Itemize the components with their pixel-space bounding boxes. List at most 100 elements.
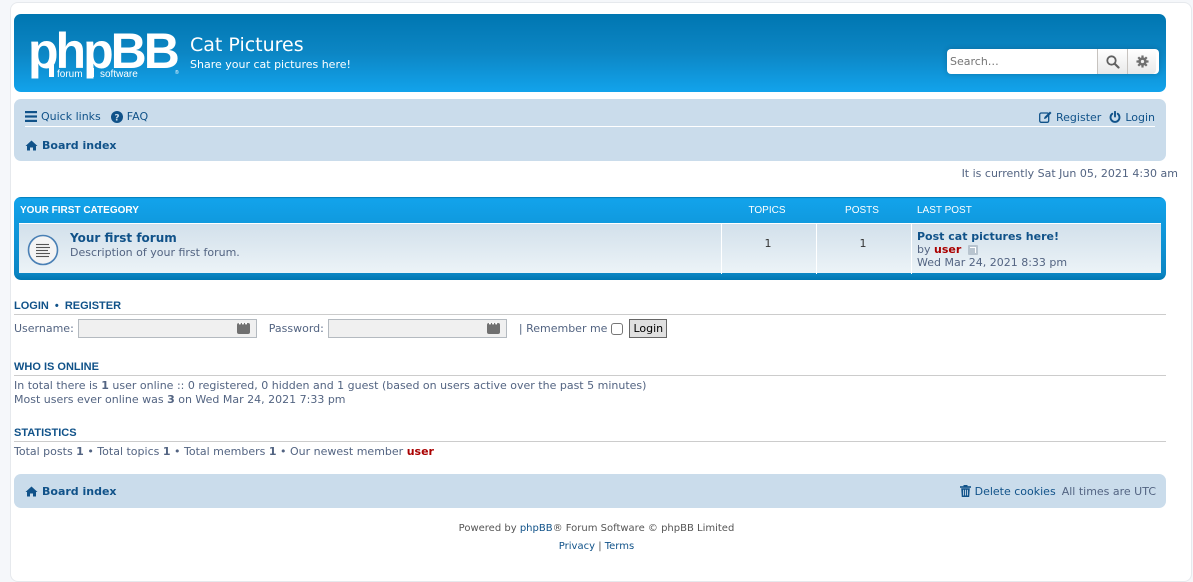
total-members-label: • Total members xyxy=(170,445,269,458)
navbar-links: Quick links ? FAQ Register Login xyxy=(25,107,1155,127)
password-field[interactable] xyxy=(327,319,507,338)
quick-links-button[interactable]: Quick links xyxy=(25,110,101,123)
menu-icon xyxy=(25,111,37,122)
home-icon xyxy=(25,486,38,496)
login-button[interactable]: Login xyxy=(629,319,668,338)
total-topics-label: • Total topics xyxy=(83,445,163,458)
breadcrumb-label: Board index xyxy=(42,138,117,152)
last-post-by: by xyxy=(917,243,931,256)
last-post-title-link[interactable]: Post cat pictures here! xyxy=(917,230,1067,243)
edit-icon xyxy=(1039,111,1052,123)
terms-link[interactable]: Terms xyxy=(605,541,634,552)
online-users-text: In total there is 1 user online :: 0 reg… xyxy=(14,379,646,407)
password-manager-icon[interactable] xyxy=(486,320,500,334)
question-circle-icon: ? xyxy=(110,110,123,123)
who-is-online-link[interactable]: WHO IS ONLINE xyxy=(14,361,99,373)
footer-navbar: Board index Delete cookies All times are… xyxy=(14,474,1166,508)
register-link[interactable]: Register xyxy=(1039,111,1101,124)
topics-column-header: TOPICS xyxy=(748,204,786,216)
site-logo[interactable]: phpBB forum software ® xyxy=(28,23,181,82)
powered-by-post: ® Forum Software © phpBB Limited xyxy=(552,523,735,534)
gear-icon xyxy=(1135,55,1149,68)
copyright-text: Powered by phpBB® Forum Software © phpBB… xyxy=(0,523,1193,534)
forum-last-post: Post cat pictures here! by user Wed Mar … xyxy=(917,230,1067,269)
quick-login-form: Username: Password: | Remember me Login xyxy=(14,319,668,338)
logo-sub1: forum xyxy=(57,69,83,80)
who-is-online-title: WHO IS ONLINE xyxy=(14,361,1166,376)
forum-topics-count: 1 xyxy=(764,237,772,250)
newest-member-link[interactable]: user xyxy=(407,445,434,458)
site-title: Cat Pictures xyxy=(190,34,304,56)
register-title-link[interactable]: REGISTER xyxy=(65,300,121,312)
online-count: 1 xyxy=(101,379,109,392)
remember-me-label: | Remember me xyxy=(518,322,608,335)
navbar-user-links: Register Login xyxy=(1031,107,1155,127)
total-posts-label: Total posts xyxy=(14,445,77,458)
newest-member-label: • Our newest member xyxy=(276,445,407,458)
title-separator: • xyxy=(54,300,59,312)
login-link[interactable]: Login xyxy=(1109,111,1155,124)
trash-icon xyxy=(959,485,971,497)
remember-me-checkbox[interactable] xyxy=(611,322,624,335)
delete-cookies-link[interactable]: Delete cookies xyxy=(959,484,1056,498)
password-manager-icon[interactable] xyxy=(236,320,250,334)
delete-cookies-label: Delete cookies xyxy=(974,484,1056,498)
search-box xyxy=(947,49,1159,74)
timezone-text: All times are UTC xyxy=(1061,484,1156,498)
footer-breadcrumb-label: Board index xyxy=(42,484,117,498)
forum-description: Description of your first forum. xyxy=(70,246,240,259)
forum-list-header: YOUR FIRST CATEGORY TOPICS POSTS LAST PO… xyxy=(19,197,1161,223)
category-title-link[interactable]: YOUR FIRST CATEGORY xyxy=(20,205,139,216)
search-icon xyxy=(1105,54,1120,69)
forum-posts-count: 1 xyxy=(859,237,867,250)
power-icon xyxy=(1109,111,1121,123)
online-line1-post: user online :: 0 registered, 0 hidden an… xyxy=(108,379,647,392)
last-post-author-link[interactable]: user xyxy=(934,243,961,256)
header-bar: phpBB forum software ® Cat Pictures Shar… xyxy=(14,14,1166,92)
site-description: Share your cat pictures here! xyxy=(190,58,351,71)
total-members: 1 xyxy=(268,445,277,458)
forum-category: YOUR FIRST CATEGORY TOPICS POSTS LAST PO… xyxy=(14,197,1166,280)
username-field[interactable] xyxy=(77,319,257,338)
column-divider xyxy=(911,224,912,274)
online-line2-post: on Wed Mar 24, 2021 7:33 pm xyxy=(174,393,346,406)
forum-read-icon xyxy=(27,234,59,266)
faq-link[interactable]: ? FAQ xyxy=(110,110,149,123)
view-latest-post-icon[interactable] xyxy=(967,245,978,255)
login-title-link[interactable]: LOGIN xyxy=(14,300,49,312)
online-line2-pre: Most users ever online was xyxy=(14,393,168,406)
max-online-count: 3 xyxy=(167,393,175,406)
forum-row: Your first forum Description of your fir… xyxy=(19,223,1161,274)
posts-column-header: POSTS xyxy=(845,204,879,216)
footer-board-index-link[interactable]: Board index xyxy=(25,485,117,498)
online-line1-pre: In total there is xyxy=(14,379,102,392)
privacy-link[interactable]: Privacy xyxy=(559,541,595,552)
footer-link-separator: | xyxy=(595,541,605,552)
search-input[interactable] xyxy=(947,49,1097,74)
forum-title-link[interactable]: Your first forum xyxy=(70,231,177,245)
login-section-title: LOGIN • REGISTER xyxy=(14,300,1166,315)
register-label: Register xyxy=(1056,110,1102,124)
breadcrumb: Board index xyxy=(25,135,127,155)
quick-links-label: Quick links xyxy=(41,110,101,123)
breadcrumb-board-index[interactable]: Board index xyxy=(25,139,117,152)
total-posts: 1 xyxy=(76,445,84,458)
phpbb-link[interactable]: phpBB xyxy=(520,523,553,534)
username-label: Username: xyxy=(14,322,74,335)
statistics-title: STATISTICS xyxy=(14,427,1166,442)
last-post-date: Wed Mar 24, 2021 8:33 pm xyxy=(917,256,1068,269)
current-time: It is currently Sat Jun 05, 2021 4:30 am xyxy=(961,167,1178,180)
login-label: Login xyxy=(1125,110,1155,124)
navbar: Quick links ? FAQ Register Login Board i… xyxy=(14,99,1166,161)
powered-by-pre: Powered by xyxy=(458,523,520,534)
remember-me: | Remember me xyxy=(519,322,630,335)
footer-links: Privacy | Terms xyxy=(0,541,1193,552)
last-post-column-header: LAST POST xyxy=(917,204,972,216)
search-button[interactable] xyxy=(1097,49,1127,74)
logo-sub2: software xyxy=(100,69,138,80)
svg-text:?: ? xyxy=(114,113,119,123)
password-label: Password: xyxy=(268,322,324,335)
svg-text:®: ® xyxy=(175,69,179,76)
faq-label: FAQ xyxy=(126,110,149,123)
advanced-search-button[interactable] xyxy=(1127,49,1156,74)
